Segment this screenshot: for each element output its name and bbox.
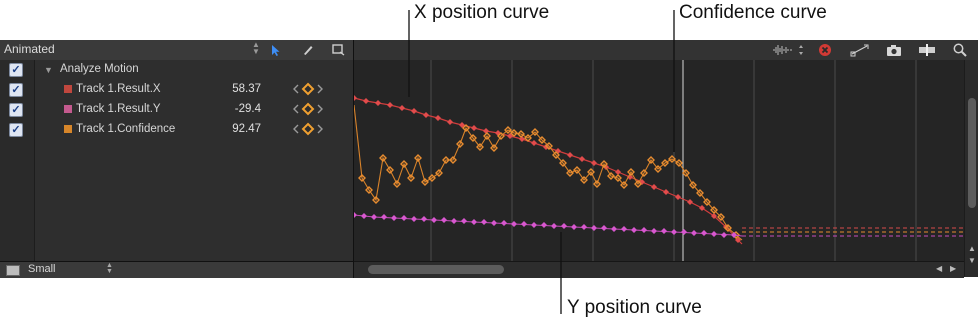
curve-row-label: Track 1.Result.X bbox=[76, 83, 161, 95]
checkbox-confidence[interactable]: ✓ bbox=[9, 123, 23, 137]
animated-dropdown[interactable]: Animated bbox=[4, 42, 264, 57]
size-dropdown-arrows-icon: ▲ ▼ bbox=[106, 262, 113, 275]
curve-row-value[interactable]: 58.37 bbox=[232, 83, 261, 95]
result-y-color-swatch bbox=[64, 105, 72, 113]
horizontal-scroll-thumb[interactable] bbox=[368, 265, 504, 274]
curve-list-footer: Small ▲ ▼ bbox=[0, 261, 354, 278]
checkbox-result-y[interactable]: ✓ bbox=[9, 103, 23, 117]
scroll-down-icon[interactable]: ▼ bbox=[968, 256, 976, 265]
curve-row-analyze-motion[interactable]: ✓ ▼ Analyze Motion bbox=[0, 60, 353, 80]
checkbox-analyze-motion[interactable]: ✓ bbox=[9, 63, 23, 77]
y-position-keyframes bbox=[351, 212, 737, 238]
frame-tool-icon[interactable] bbox=[328, 41, 348, 59]
checkbox-result-x[interactable]: ✓ bbox=[9, 83, 23, 97]
clear-curves-icon[interactable] bbox=[815, 41, 835, 59]
curve-graph[interactable] bbox=[351, 60, 978, 261]
curve-row-confidence[interactable]: ✓ Track 1.Confidence 92.47 bbox=[0, 120, 353, 140]
horizontal-scrollbar[interactable]: ◀ ▶ bbox=[354, 261, 964, 278]
size-dropdown[interactable]: Small bbox=[28, 263, 56, 275]
disclosure-triangle-icon[interactable]: ▼ bbox=[44, 65, 53, 75]
curve-row-value[interactable]: 92.47 bbox=[232, 123, 261, 135]
scroll-right-icon[interactable]: ▶ bbox=[950, 264, 956, 273]
keyframe-nav-control[interactable] bbox=[292, 82, 324, 96]
x-curve-callout: X position curve bbox=[414, 2, 550, 23]
zoom-icon[interactable] bbox=[950, 41, 970, 59]
curve-row-label: Track 1.Result.Y bbox=[76, 103, 161, 115]
transform-keyframes-icon[interactable] bbox=[848, 41, 872, 59]
curve-row-label: Analyze Motion bbox=[60, 63, 139, 75]
y-curve-callout: Y position curve bbox=[567, 297, 702, 318]
pen-tool-icon[interactable] bbox=[298, 41, 318, 59]
curve-list-header: Animated ▲ ▼ bbox=[0, 40, 354, 60]
audio-waveform-icon[interactable] bbox=[770, 41, 806, 59]
dropdown-arrows-icon: ▲ ▼ bbox=[252, 40, 260, 56]
curve-row-value[interactable]: -29.4 bbox=[235, 103, 261, 115]
curve-row-result-x[interactable]: ✓ Track 1.Result.X 58.37 bbox=[0, 80, 353, 100]
vertical-scrollbar[interactable]: ▲ ▼ bbox=[964, 60, 978, 277]
keyframe-editor-panel: Animated ▲ ▼ ✓ ▼ Analyze Motion ✓ Track … bbox=[0, 40, 978, 278]
split-view-icon[interactable] bbox=[917, 41, 937, 59]
keyframe-nav-control[interactable] bbox=[292, 122, 324, 136]
extrapolation-lines bbox=[742, 227, 964, 237]
vertical-scroll-thumb[interactable] bbox=[968, 98, 976, 208]
curve-graph-canvas[interactable] bbox=[351, 60, 978, 261]
curve-list: ✓ ▼ Analyze Motion ✓ Track 1.Result.X 58… bbox=[0, 60, 354, 261]
confidence-keyframes bbox=[358, 124, 740, 239]
thumbnail-icon[interactable] bbox=[6, 265, 20, 276]
animated-dropdown-label: Animated bbox=[4, 42, 55, 56]
curve-row-result-y[interactable]: ✓ Track 1.Result.Y -29.4 bbox=[0, 100, 353, 120]
result-x-color-swatch bbox=[64, 85, 72, 93]
keyframe-nav-control[interactable] bbox=[292, 102, 324, 116]
confidence-curve-callout: Confidence curve bbox=[679, 2, 827, 23]
pointer-tool-icon[interactable] bbox=[266, 41, 286, 59]
scroll-up-icon[interactable]: ▲ bbox=[968, 244, 976, 253]
camera-icon[interactable] bbox=[884, 41, 904, 59]
confidence-color-swatch bbox=[64, 125, 72, 133]
curve-row-label: Track 1.Confidence bbox=[76, 123, 176, 135]
scroll-left-icon[interactable]: ◀ bbox=[936, 264, 942, 273]
x-position-curve bbox=[353, 97, 743, 245]
keyframe-toolbar: Animated ▲ ▼ bbox=[0, 40, 978, 61]
